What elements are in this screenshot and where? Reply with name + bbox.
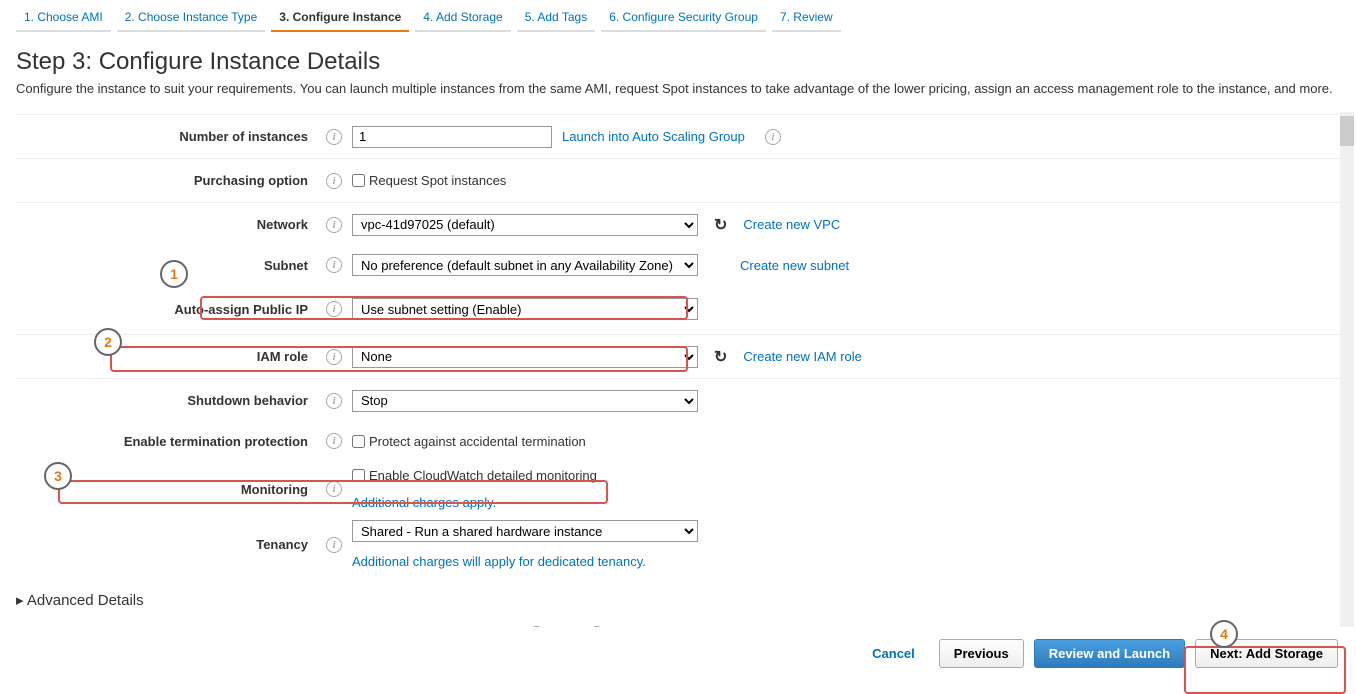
step-title: Step 3: Configure Instance Details [16,48,1340,76]
cancel-button[interactable]: Cancel [858,640,929,667]
tab-configure-instance[interactable]: 3. Configure Instance [271,4,409,32]
wizard-footer: Cancel Previous Review and Launch Next: … [0,627,1356,680]
term-protect-text: Protect against accidental termination [369,434,586,449]
row-subnet: Subnet i No preference (default subnet i… [16,246,1340,290]
create-vpc-link[interactable]: Create new VPC [743,217,840,232]
monitoring-note[interactable]: Additional charges apply. [352,495,496,510]
refresh-icon[interactable]: ↻ [714,215,727,235]
info-icon[interactable]: i [326,349,342,365]
row-termination-protection: Enable termination protection i Protect … [16,422,1340,466]
auto-ip-select[interactable]: Use subnet setting (Enable) [352,298,698,320]
monitoring-text: Enable CloudWatch detailed monitoring [369,468,597,483]
num-instances-input[interactable] [352,126,552,148]
label-term-protect: Enable termination protection [16,434,316,449]
tenancy-note[interactable]: Additional charges will apply for dedica… [352,554,646,569]
spot-checkbox-text: Request Spot instances [369,173,506,188]
scrollbar[interactable] [1340,112,1354,652]
refresh-icon[interactable]: ↻ [714,347,727,367]
annotation-circle-3: 3 [44,462,72,490]
label-iam: IAM role [16,349,316,364]
label-network: Network [16,217,316,232]
tenancy-select[interactable]: Shared - Run a shared hardware instance [352,520,698,542]
info-icon[interactable]: i [326,481,342,497]
label-tenancy: Tenancy [16,537,316,552]
info-icon[interactable]: i [326,433,342,449]
advanced-details-toggle[interactable]: Advanced Details [16,591,1340,609]
review-launch-button[interactable]: Review and Launch [1034,639,1185,668]
shutdown-select[interactable]: Stop [352,390,698,412]
info-icon[interactable]: i [326,257,342,273]
term-protect-checkbox-label[interactable]: Protect against accidental termination [352,434,586,449]
tab-review[interactable]: 7. Review [772,4,841,32]
create-subnet-link[interactable]: Create new subnet [740,258,849,273]
create-iam-link[interactable]: Create new IAM role [743,349,862,364]
info-icon[interactable]: i [326,217,342,233]
spot-checkbox[interactable] [352,174,365,187]
wizard-tabs: 1. Choose AMI 2. Choose Instance Type 3.… [0,0,1356,32]
page-content: Step 3: Configure Instance Details Confi… [0,32,1356,689]
tab-choose-ami[interactable]: 1. Choose AMI [16,4,111,32]
subnet-select[interactable]: No preference (default subnet in any Ava… [352,254,698,276]
annotation-circle-1: 1 [160,260,188,288]
iam-select[interactable]: None [352,346,698,368]
row-shutdown-behavior: Shutdown behavior i Stop [16,378,1340,422]
annotation-circle-4: 4 [1210,620,1238,648]
label-auto-ip: Auto-assign Public IP [16,302,316,317]
row-network: Network i vpc-41d97025 (default) ↻ Creat… [16,202,1340,246]
annotation-circle-2: 2 [94,328,122,356]
step-description: Configure the instance to suit your requ… [16,80,1340,98]
row-monitoring: Monitoring i Enable CloudWatch detailed … [16,466,1340,518]
row-tenancy: Tenancy i Shared - Run a shared hardware… [16,518,1340,577]
network-select[interactable]: vpc-41d97025 (default) [352,214,698,236]
row-auto-assign-ip: Auto-assign Public IP i Use subnet setti… [16,290,1340,334]
info-icon[interactable]: i [326,129,342,145]
monitoring-checkbox[interactable] [352,469,365,482]
tab-configure-security-group[interactable]: 6. Configure Security Group [601,4,766,32]
spot-checkbox-label[interactable]: Request Spot instances [352,173,506,188]
tab-add-tags[interactable]: 5. Add Tags [517,4,596,32]
info-icon[interactable]: i [326,393,342,409]
label-shutdown: Shutdown behavior [16,393,316,408]
info-icon[interactable]: i [326,301,342,317]
row-iam-role: IAM role i None ↻ Create new IAM role [16,334,1340,378]
launch-asg-link[interactable]: Launch into Auto Scaling Group [562,129,745,144]
label-purchasing: Purchasing option [16,173,316,188]
tab-choose-instance-type[interactable]: 2. Choose Instance Type [117,4,266,32]
info-icon[interactable]: i [765,129,781,145]
info-icon[interactable]: i [326,173,342,189]
monitoring-checkbox-label[interactable]: Enable CloudWatch detailed monitoring [352,468,597,483]
previous-button[interactable]: Previous [939,639,1024,668]
row-number-of-instances: Number of instances i Launch into Auto S… [16,114,1340,158]
term-protect-checkbox[interactable] [352,435,365,448]
label-num-instances: Number of instances [16,129,316,144]
tab-add-storage[interactable]: 4. Add Storage [415,4,510,32]
row-purchasing-option: Purchasing option i Request Spot instanc… [16,158,1340,202]
info-icon[interactable]: i [326,537,342,553]
